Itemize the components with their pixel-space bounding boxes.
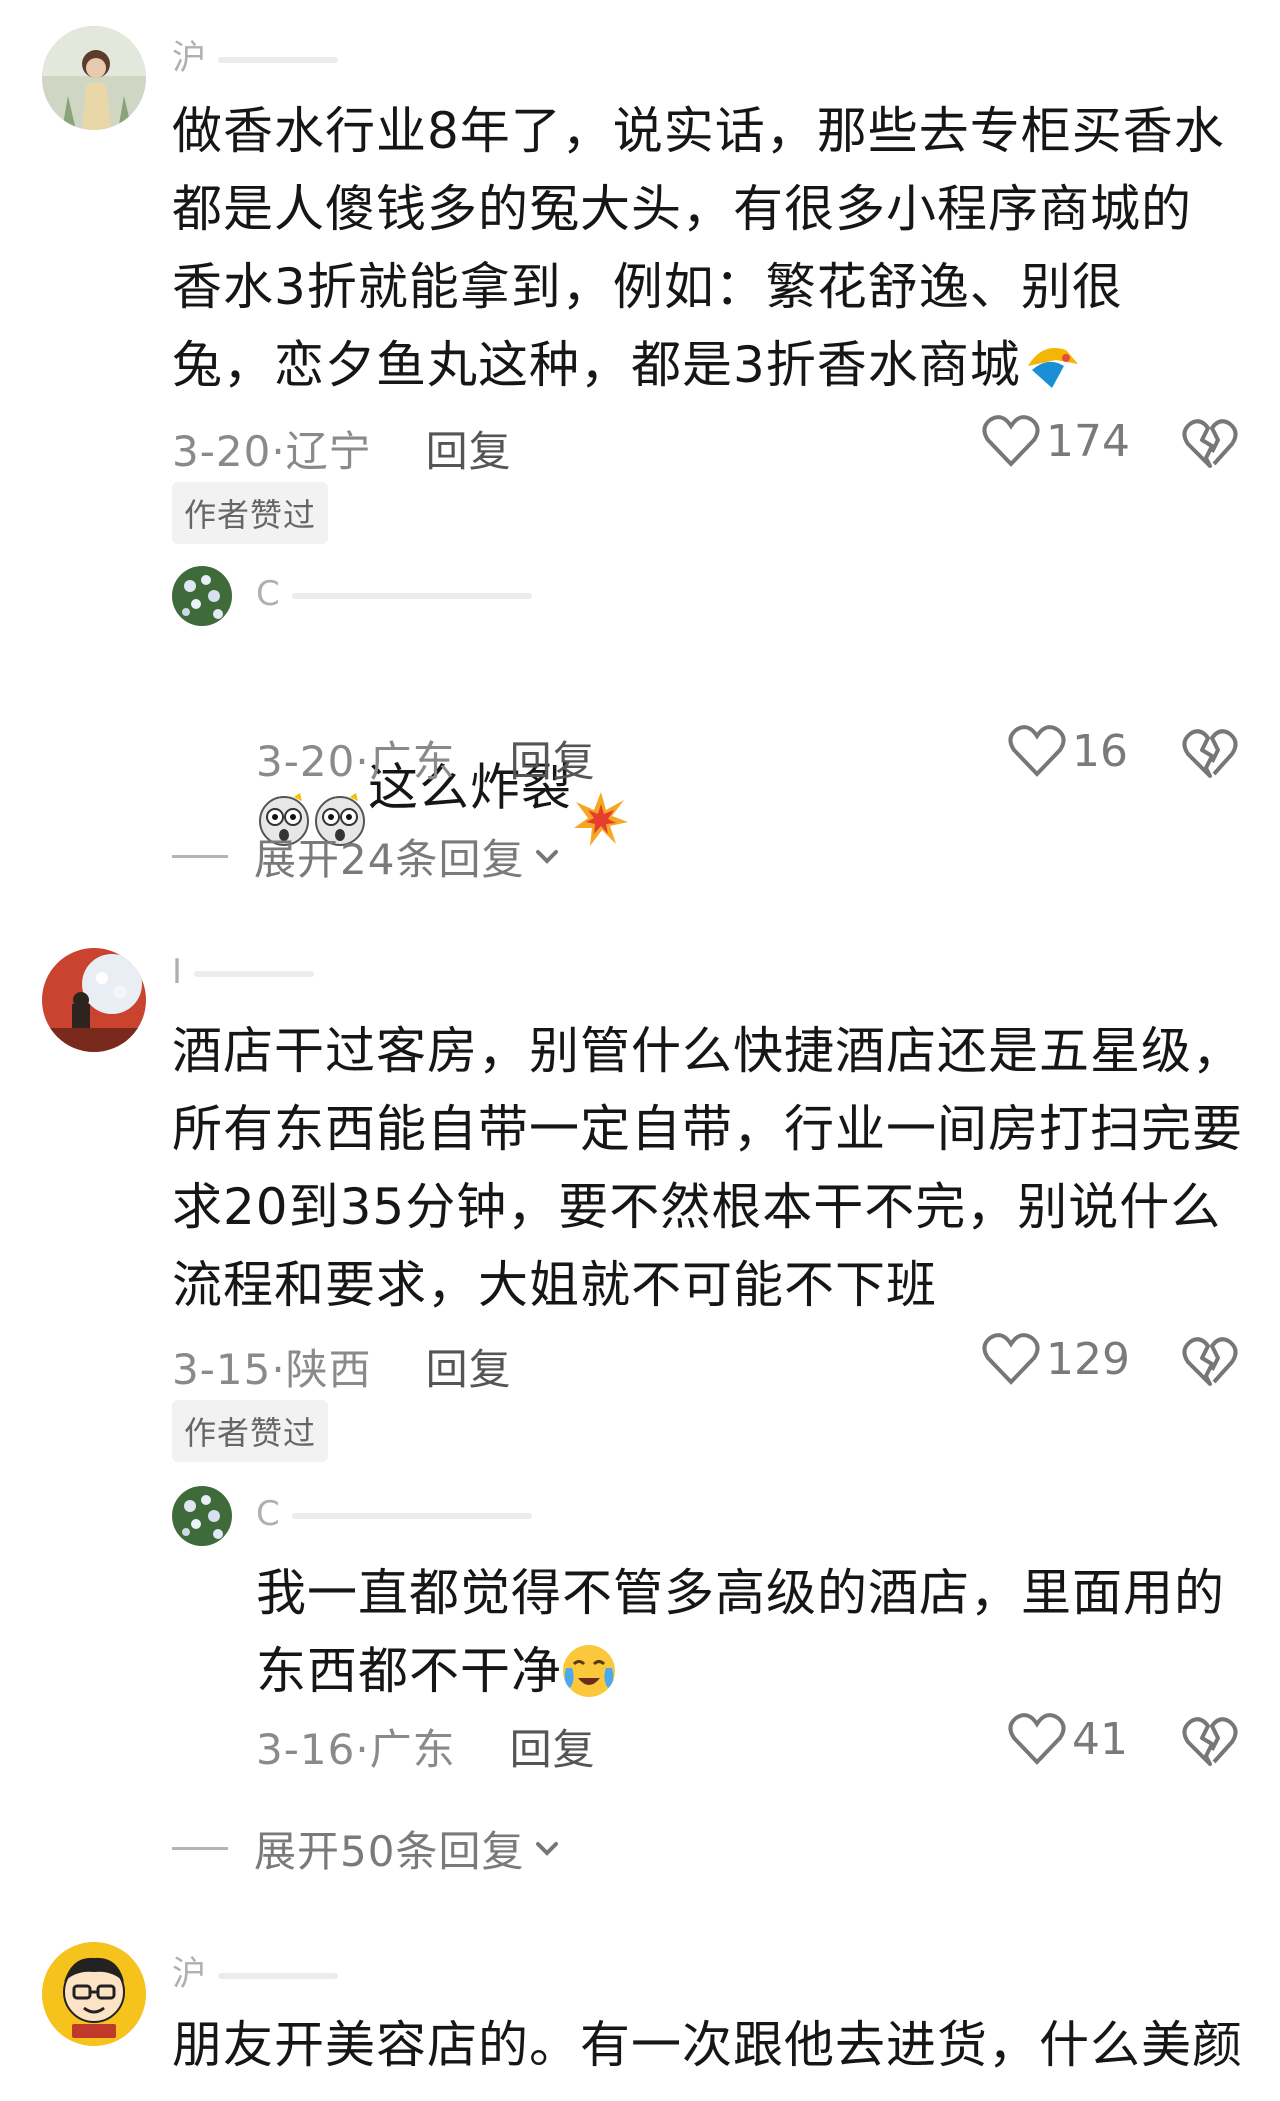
heart-icon <box>982 415 1040 467</box>
comment-username[interactable]: I <box>172 952 315 992</box>
broken-heart-icon[interactable] <box>1182 728 1238 780</box>
avatar-photo <box>42 1942 146 2046</box>
chevron-down-icon <box>536 849 559 864</box>
reply-button[interactable]: 回复 <box>426 427 512 476</box>
comment-username[interactable]: 沪 <box>172 30 338 79</box>
blurred-username <box>218 1972 338 1979</box>
reply-username[interactable]: C <box>256 574 532 614</box>
broken-heart-icon[interactable] <box>1182 418 1238 470</box>
chevron-down-icon <box>536 1841 559 1856</box>
avatar-photo <box>42 948 146 1052</box>
like-count: 41 <box>1072 1713 1128 1765</box>
reply-meta: 3-16·广东 回复 <box>256 1716 596 1777</box>
avatar[interactable] <box>42 1942 146 2046</box>
author-liked-badge: 作者赞过 <box>172 482 329 544</box>
comment-meta: 3-20·辽宁 回复 <box>172 418 512 479</box>
heart-icon <box>982 1333 1040 1385</box>
comment-username[interactable]: 沪 <box>172 1946 338 1995</box>
emoji-icon <box>1028 348 1078 388</box>
date-location: 3-15·陕西 <box>172 1345 372 1394</box>
blurred-username <box>291 592 532 599</box>
like-count: 174 <box>1046 415 1130 467</box>
broken-heart-icon[interactable] <box>1182 1716 1238 1768</box>
author-liked-badge: 作者赞过 <box>172 1400 329 1462</box>
reply-button[interactable]: 回复 <box>426 1345 512 1394</box>
avatar[interactable] <box>42 948 146 1052</box>
like-count: 16 <box>1072 725 1128 777</box>
avatar[interactable] <box>42 26 146 130</box>
expand-replies-button[interactable]: 展开24条回复 <box>172 826 562 887</box>
blurred-username <box>218 56 338 63</box>
heart-icon <box>1008 725 1066 777</box>
heart-icon <box>1008 1713 1066 1765</box>
reply-avatar[interactable] <box>172 566 232 626</box>
reply-username[interactable]: C <box>256 1494 532 1534</box>
date-location: 3-20·辽宁 <box>172 427 372 476</box>
comment-meta: 3-15·陕西 回复 <box>172 1336 512 1397</box>
date-location: 3-20·广东 <box>256 737 456 786</box>
blurred-username <box>194 970 315 977</box>
date-location: 3-16·广东 <box>256 1725 456 1774</box>
divider-dash <box>172 1847 228 1850</box>
reply-avatar[interactable] <box>172 1486 232 1546</box>
comment-text: 做香水行业8年了，说实话，那些去专柜买香水 都是人傻钱多的冤大头，有很多小程序商… <box>172 102 1225 394</box>
broken-heart-icon[interactable] <box>1182 1336 1238 1388</box>
like-button[interactable]: 16 <box>1008 724 1128 778</box>
reply-text: 我一直都觉得不管多高级的酒店，里面用的 东西都不干净 <box>256 1564 1225 1700</box>
avatar-photo <box>172 1486 232 1546</box>
like-button[interactable]: 174 <box>982 414 1130 468</box>
reply-button[interactable]: 回复 <box>510 1725 596 1774</box>
reply-meta: 3-20·广东 回复 <box>256 728 596 789</box>
blurred-username <box>291 1512 532 1519</box>
expand-replies-button[interactable]: 展开50条回复 <box>172 1818 562 1879</box>
divider-dash <box>172 855 228 858</box>
avatar-photo <box>42 26 146 130</box>
like-button[interactable]: 41 <box>1008 1712 1128 1766</box>
comment-text: 酒店干过客房，别管什么快捷酒店还是五星级， 所有东西能自带一定自带，行业一间房打… <box>172 1022 1243 1314</box>
avatar-photo <box>172 566 232 626</box>
crying-face-icon <box>563 1645 615 1697</box>
like-button[interactable]: 129 <box>982 1332 1130 1386</box>
comment-text: 朋友开美容店的。有一次跟他去进货，什么美颜 <box>172 2016 1243 2074</box>
reply-button[interactable]: 回复 <box>510 737 596 786</box>
like-count: 129 <box>1046 1333 1130 1385</box>
